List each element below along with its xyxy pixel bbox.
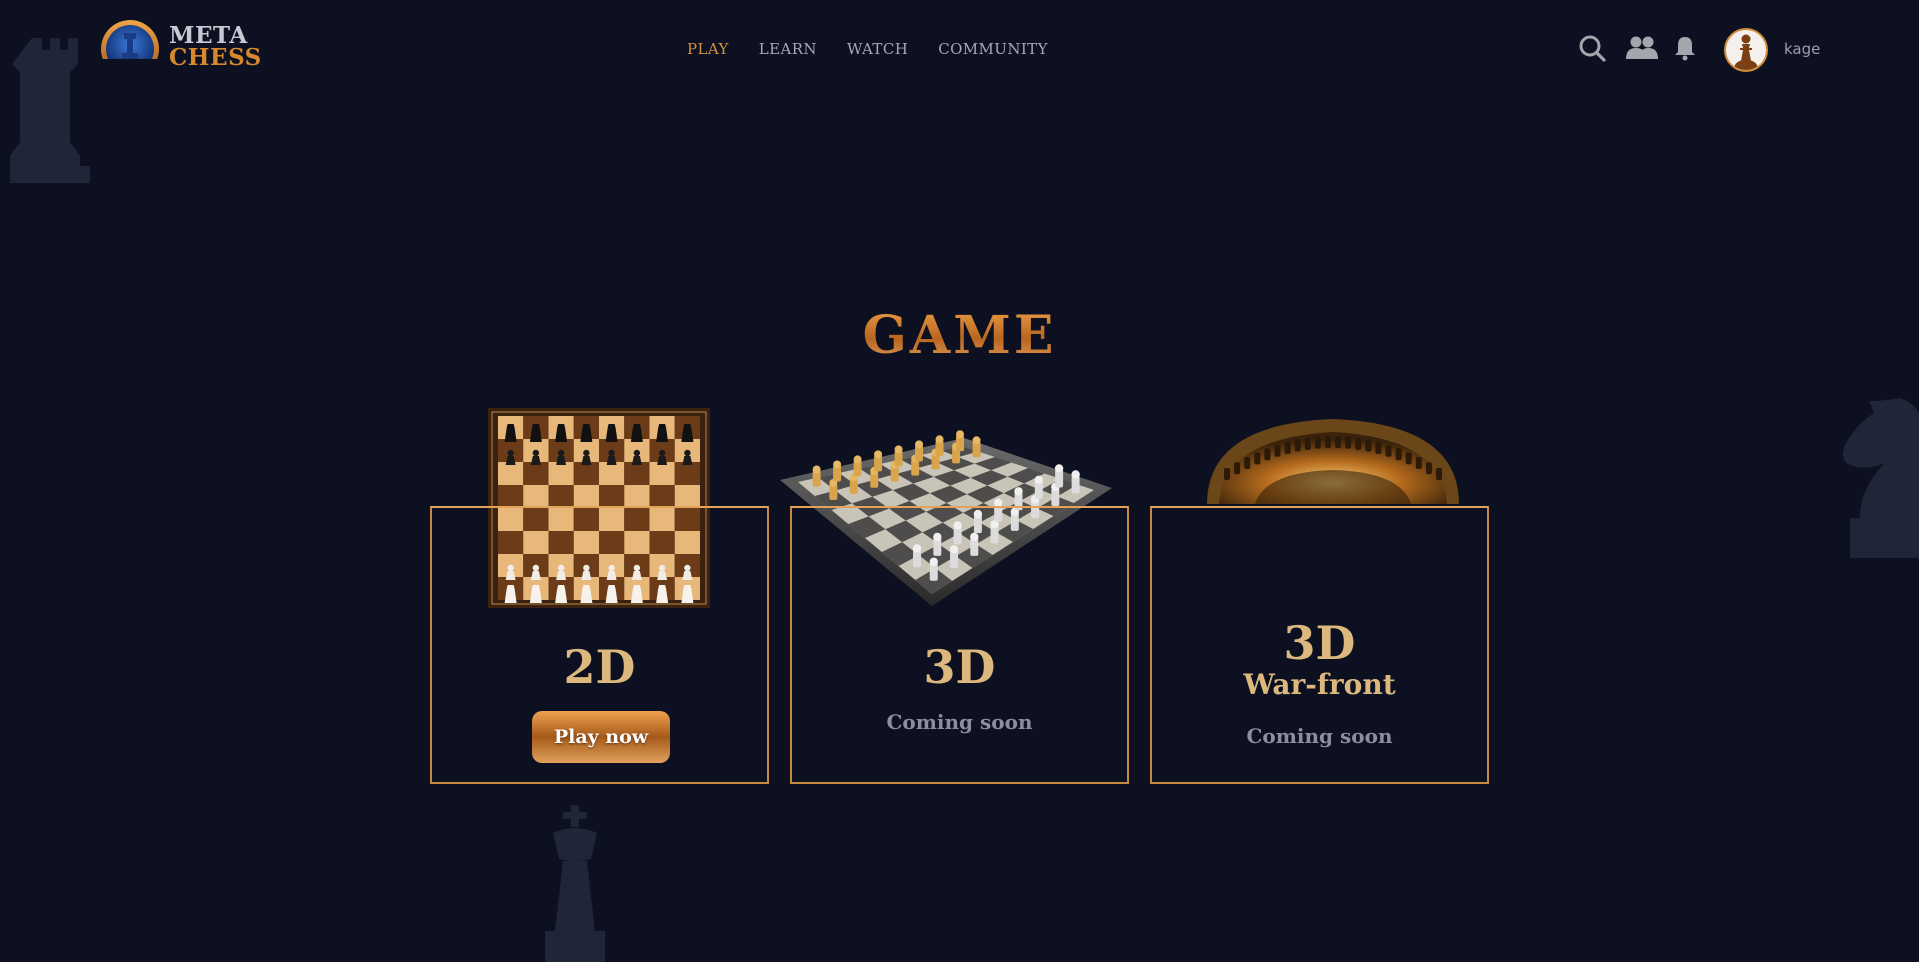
nav-community[interactable]: COMMUNITY <box>938 40 1048 58</box>
card-2d: 2D Play now <box>430 506 769 784</box>
logo-wordmark: META CHESS <box>169 24 262 71</box>
search-icon[interactable] <box>1578 34 1606 62</box>
nav-learn[interactable]: LEARN <box>759 40 817 58</box>
header-actions <box>1578 34 1696 62</box>
logo-emblem-icon <box>99 19 161 71</box>
card-3d-status: Coming soon <box>886 710 1033 734</box>
page-title: GAME <box>0 305 1919 366</box>
king-background-icon <box>545 805 605 962</box>
nav-watch[interactable]: WATCH <box>847 40 908 58</box>
nav-play[interactable]: PLAY <box>687 40 729 58</box>
avatar[interactable] <box>1724 28 1768 72</box>
card-war-subtitle: War-front <box>1243 668 1396 701</box>
pawn-avatar-icon <box>1734 34 1758 70</box>
friends-icon[interactable] <box>1626 35 1658 61</box>
play-now-button[interactable]: Play now <box>532 711 670 763</box>
bell-icon[interactable] <box>1674 35 1696 61</box>
logo-chess-text: CHESS <box>169 43 262 71</box>
username[interactable]: kage <box>1784 40 1820 58</box>
card-war-title: 3D <box>1283 616 1356 670</box>
logo[interactable]: META CHESS <box>99 17 261 72</box>
card-3d-title: 3D <box>923 640 996 694</box>
knight-background-icon <box>1842 398 1919 558</box>
card-3d-war-front: 3D War-front Coming soon <box>1150 506 1489 784</box>
card-2d-title: 2D <box>563 640 636 694</box>
card-war-status: Coming soon <box>1246 724 1393 748</box>
main-nav: PLAY LEARN WATCH COMMUNITY <box>687 40 1048 58</box>
rook-background-icon <box>10 38 90 183</box>
page: META CHESS PLAY LEARN WATCH COMMUNITY ka… <box>0 0 1919 962</box>
colosseum-arena-image <box>1207 419 1459 504</box>
card-3d: 3D Coming soon <box>790 506 1129 784</box>
